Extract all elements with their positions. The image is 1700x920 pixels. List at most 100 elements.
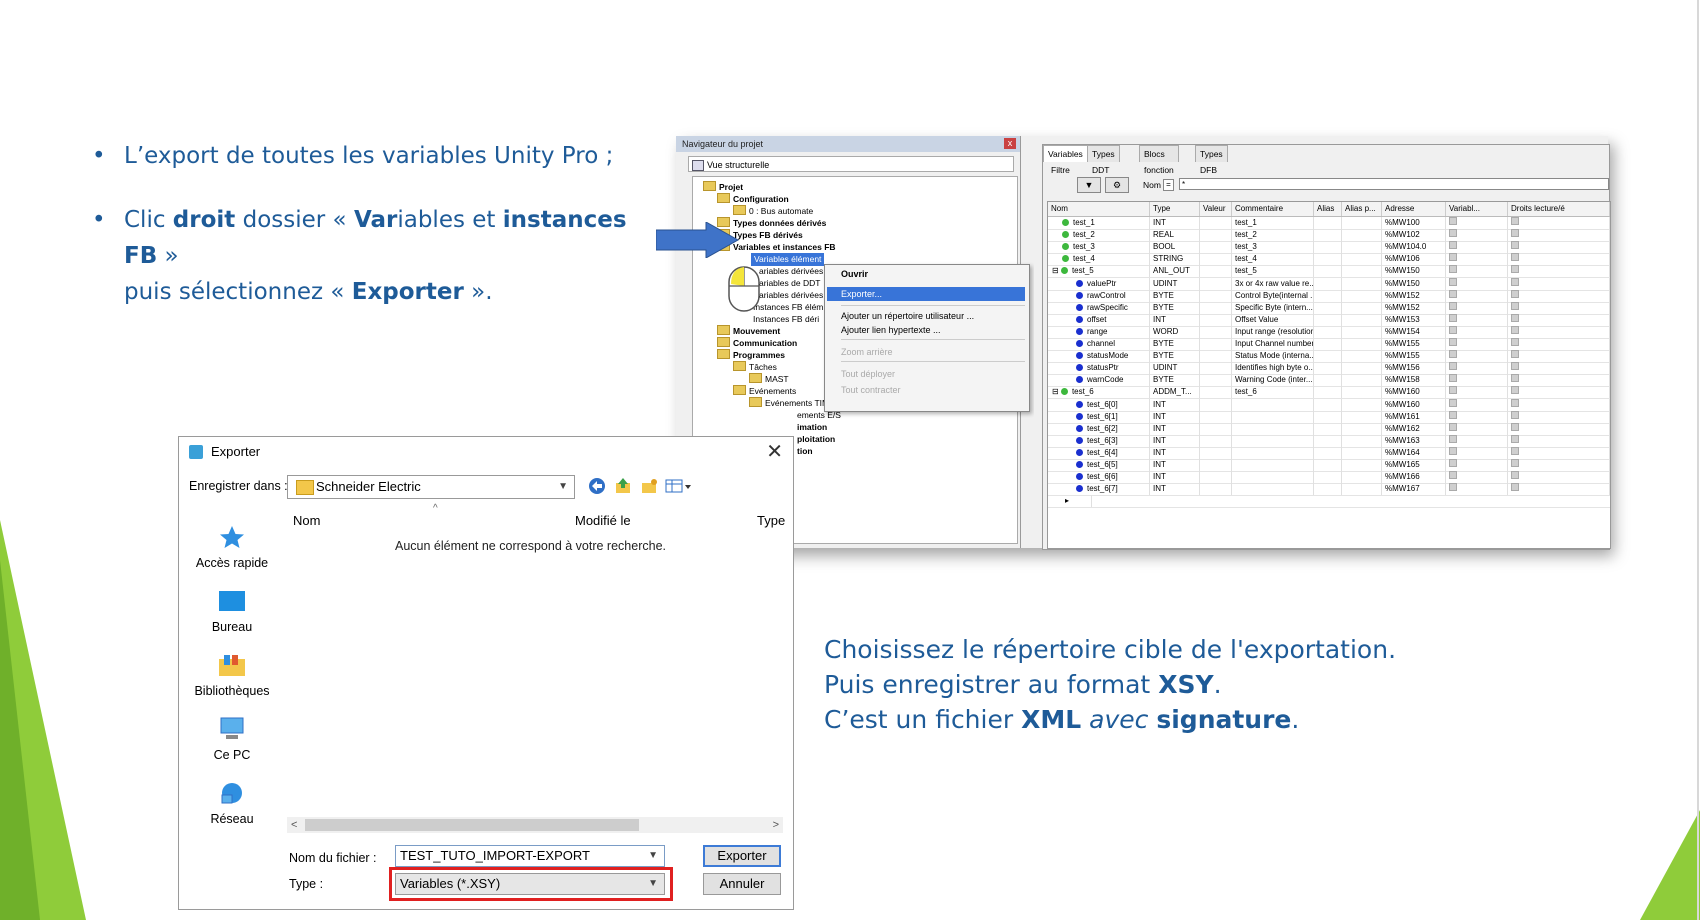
cell-type: ADDM_T... [1150, 386, 1200, 399]
save-in-combo[interactable]: Schneider Electric ▼ [287, 475, 575, 499]
table-row[interactable]: test_6[5] INT %MW165 [1048, 459, 1610, 472]
table-row[interactable]: test_6[0] INT %MW160 [1048, 398, 1610, 412]
variable-icon [1076, 448, 1083, 456]
checkbox-icon [1511, 386, 1519, 395]
close-icon[interactable]: ✕ [766, 437, 783, 467]
place-desktop[interactable]: Bureau [179, 589, 285, 634]
close-icon[interactable]: x [1004, 138, 1016, 149]
back-icon[interactable] [587, 477, 607, 497]
cell-comment [1232, 446, 1314, 459]
cell-aliasp [1342, 398, 1382, 411]
menu-item-ouvrir[interactable]: Ouvrir [827, 267, 1025, 281]
col-alias[interactable]: Alias [1314, 202, 1342, 216]
folder-icon [733, 385, 746, 395]
collapse-icon[interactable]: ⊟ [1052, 387, 1061, 396]
table-row[interactable]: ⊟ test_6 ADDM_T... test_6 %MW160 [1048, 386, 1610, 400]
menu-item-zoom-out[interactable]: Zoom arrière [827, 345, 1025, 359]
cell-rights [1508, 277, 1610, 290]
filter-settings-icon[interactable]: ⚙ [1105, 177, 1129, 193]
menu-item-add-hyperlink[interactable]: Ajouter lien hypertexte ... [827, 323, 1025, 337]
table-row[interactable]: test_3 BOOL test_3 %MW104.0 [1048, 241, 1610, 255]
place-quick-access[interactable]: Accès rapide [179, 525, 285, 570]
col-adresse[interactable]: Adresse [1382, 202, 1446, 216]
table-row[interactable]: statusPtr UDINT Identifies high byte o...%… [1048, 362, 1610, 376]
structural-view-selector[interactable]: Vue structurelle [688, 156, 1014, 172]
cell-var [1446, 289, 1508, 302]
table-row[interactable]: statusMode BYTE Status Mode (interna... %MW… [1048, 350, 1610, 364]
cell-name: test_6[6] [1048, 471, 1150, 484]
cell-comment: test_1 [1232, 217, 1314, 229]
table-row[interactable]: test_6[7] INT %MW167 [1048, 483, 1610, 497]
menu-item-expand-all[interactable]: Tout déployer [827, 367, 1025, 381]
table-row[interactable]: offset INT Offset Value %MW153 [1048, 313, 1610, 327]
cell-type: BYTE [1150, 301, 1200, 314]
variable-icon [1076, 303, 1083, 311]
checkbox-icon [1449, 289, 1457, 298]
col-valeur[interactable]: Valeur [1200, 202, 1232, 216]
table-row[interactable]: channel BYTE Input Channel number %MW155 [1048, 338, 1610, 351]
checkbox-icon [1449, 313, 1457, 322]
scroll-left-icon[interactable]: < [291, 817, 297, 833]
view-menu-icon[interactable] [665, 477, 693, 497]
tree-item-documentation[interactable]: tion [797, 445, 813, 458]
table-row[interactable]: test_6[6] INT %MW166 [1048, 471, 1610, 485]
table-row[interactable]: test_2 REAL test_2 %MW102 [1048, 229, 1610, 243]
export-button[interactable]: Exporter [703, 845, 781, 867]
filter-icon[interactable]: ▼ [1077, 177, 1101, 193]
tab-variables[interactable]: Variables [1043, 145, 1088, 162]
col-header-modifie[interactable]: Modifié le [575, 513, 631, 528]
col-droits[interactable]: Droits lecture/é [1508, 202, 1610, 216]
scroll-thumb[interactable] [305, 819, 639, 831]
menu-item-collapse-all[interactable]: Tout contracter [827, 383, 1025, 397]
name-filter-input[interactable]: * [1179, 178, 1609, 190]
table-row[interactable]: rawControl BYTE Control Byte(internal ...%… [1048, 289, 1610, 303]
empty-message: Aucun élément ne correspond à votre rech… [395, 539, 666, 553]
cell-rights [1508, 241, 1610, 254]
filename-input[interactable]: TEST_TUTO_IMPORT-EXPORT ▼ [395, 845, 665, 867]
place-network[interactable]: Réseau [179, 781, 285, 826]
horizontal-scrollbar[interactable]: < > [287, 817, 783, 833]
table-row[interactable]: range WORD Input range (resolution) %MW154 [1048, 325, 1610, 339]
table-row[interactable]: test_1 INT test_1 %MW100 [1048, 217, 1610, 230]
place-libraries[interactable]: Bibliothèques [179, 653, 285, 698]
cell-value [1200, 422, 1232, 435]
col-variable[interactable]: Variabl... [1446, 202, 1508, 216]
table-row[interactable]: test_4 STRING test_4 %MW106 [1048, 253, 1610, 267]
table-row[interactable]: test_6[1] INT %MW161 [1048, 410, 1610, 424]
variable-icon [1062, 231, 1069, 239]
new-folder-icon[interactable] [639, 477, 659, 497]
cell-value [1200, 338, 1232, 350]
cell-addr: %MW156 [1382, 362, 1446, 375]
checkbox-icon [1449, 241, 1457, 250]
scroll-right-icon[interactable]: > [773, 817, 779, 833]
table-row[interactable]: test_6[2] INT %MW162 [1048, 422, 1610, 436]
tab-dfb-types[interactable]: Types DFB [1195, 145, 1228, 175]
col-nom[interactable]: Nom [1048, 202, 1150, 216]
table-row[interactable]: test_6[3] INT %MW163 [1048, 434, 1610, 448]
col-header-type[interactable]: Type [757, 513, 785, 528]
up-folder-icon[interactable] [613, 477, 633, 497]
table-row[interactable]: valuePtr UDINT 3x or 4x raw value re... %MW… [1048, 277, 1610, 291]
tab-function-blocks[interactable]: Blocs fonction [1139, 145, 1179, 175]
cell-rights [1508, 398, 1610, 411]
menu-item-exporter[interactable]: Exporter... [827, 287, 1025, 301]
variable-name: test_6[0] [1087, 399, 1118, 409]
col-commentaire[interactable]: Commentaire [1232, 202, 1314, 216]
col-header-nom[interactable]: Nom [293, 513, 320, 528]
file-list[interactable]: Nom ^ Modifié le Type Aucun élément ne c… [287, 503, 785, 823]
name-filter-operator[interactable]: = [1163, 179, 1174, 191]
cell-name: statusPtr [1048, 362, 1150, 375]
col-alias-parent[interactable]: Alias p... [1342, 202, 1382, 216]
col-type[interactable]: Type [1150, 202, 1200, 216]
cancel-button[interactable]: Annuler [703, 873, 781, 895]
table-row-new[interactable]: ▸ [1048, 495, 1610, 509]
place-this-pc[interactable]: Ce PC [179, 717, 285, 762]
collapse-icon[interactable]: ⊟ [1052, 266, 1061, 275]
table-row[interactable]: test_6[4] INT %MW164 [1048, 446, 1610, 460]
menu-item-add-user-folder[interactable]: Ajouter un répertoire utilisateur ... [827, 309, 1025, 323]
cell-type: UDINT [1150, 277, 1200, 290]
table-row[interactable]: warnCode BYTE Warning Code (inter... %MW158 [1048, 374, 1610, 388]
table-row[interactable]: ⊟ test_5 ANL_OUT test_5 %MW150 [1048, 265, 1610, 279]
table-row[interactable]: rawSpecific BYTE Specific Byte (intern...%… [1048, 301, 1610, 315]
tab-ddt-types[interactable]: Types DDT [1087, 145, 1120, 175]
